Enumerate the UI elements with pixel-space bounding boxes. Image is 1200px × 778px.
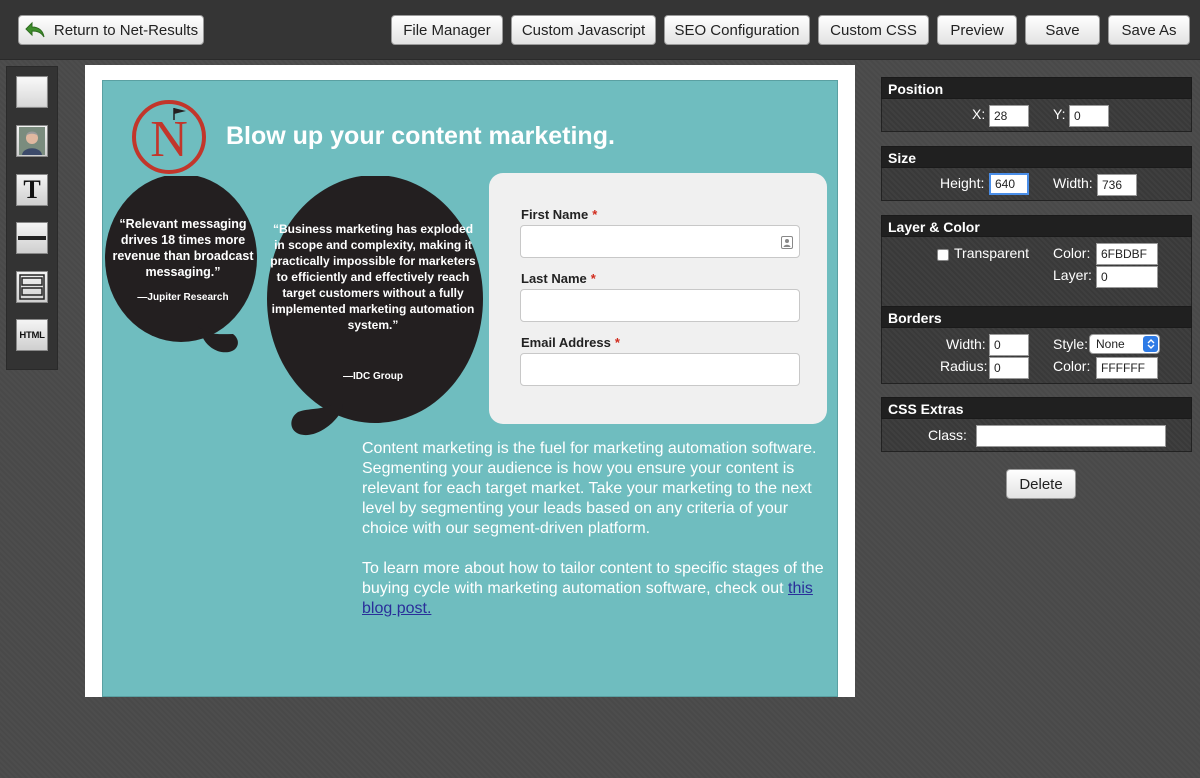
email-label: Email Address *: [521, 335, 620, 350]
border-style-label: Style:: [1053, 336, 1089, 352]
transparent-label: Transparent: [954, 245, 1029, 261]
body-paragraph-1: Content marketing is the fuel for market…: [362, 440, 817, 537]
border-radius-input[interactable]: [989, 357, 1029, 379]
first-name-field[interactable]: [520, 225, 800, 258]
net-results-logo: N: [132, 100, 206, 174]
save-as-button[interactable]: Save As: [1108, 15, 1190, 45]
logo-letter: N: [150, 111, 188, 168]
box-tool[interactable]: [16, 76, 48, 108]
class-label: Class:: [928, 427, 967, 443]
horizontal-rule-icon: [18, 236, 46, 240]
quote-jupiter[interactable]: “Relevant messaging drives 18 times more…: [109, 216, 257, 280]
return-button[interactable]: Return to Net-Results: [18, 15, 204, 45]
box-icon: [18, 78, 46, 106]
borders-panel: Borders Width: Style: None Radius: Color…: [881, 306, 1192, 384]
editor-canvas-frame: N Blow up your content marketing. “Relev…: [85, 65, 855, 697]
quote-jupiter-source: —Jupiter Research: [137, 292, 229, 303]
portrait-image-icon: [19, 127, 45, 155]
body-copy[interactable]: Content marketing is the fuel for market…: [362, 439, 832, 639]
html-icon: HTML: [19, 329, 45, 341]
width-label: Width:: [1053, 175, 1093, 191]
quote-idc-source: —IDC Group: [343, 371, 403, 382]
custom-css-button[interactable]: Custom CSS: [818, 15, 929, 45]
contact-card-icon: [781, 236, 793, 249]
signup-form[interactable]: First Name * Last Name * Email Address *: [489, 173, 827, 424]
return-arrow-icon: [25, 21, 45, 38]
required-asterisk: *: [592, 207, 598, 222]
transparent-checkbox[interactable]: [937, 249, 949, 261]
preview-button[interactable]: Preview: [937, 15, 1017, 45]
last-name-field[interactable]: [520, 289, 800, 322]
position-panel: Position X: Y:: [881, 77, 1192, 132]
color-label: Color:: [1053, 245, 1091, 261]
first-name-label: First Name *: [521, 207, 598, 222]
top-toolbar: Return to Net-Results File Manager Custo…: [0, 0, 1200, 60]
required-asterisk: *: [614, 335, 620, 350]
border-width-input[interactable]: [989, 334, 1029, 356]
x-input[interactable]: [989, 105, 1029, 127]
delete-button[interactable]: Delete: [1006, 469, 1076, 499]
css-extras-panel-title: CSS Extras: [881, 397, 1192, 419]
y-input[interactable]: [1069, 105, 1109, 127]
layer-label: Layer:: [1053, 267, 1092, 283]
position-panel-title: Position: [881, 77, 1192, 99]
layer-color-panel: Layer & Color Transparent Color: Layer:: [881, 215, 1192, 313]
size-panel-title: Size: [881, 146, 1192, 168]
borders-panel-title: Borders: [881, 306, 1192, 328]
divider-tool[interactable]: [16, 222, 48, 254]
form-icon: [19, 274, 45, 300]
seo-configuration-button[interactable]: SEO Configuration: [664, 15, 810, 45]
border-width-label: Width:: [946, 336, 986, 352]
border-style-select[interactable]: None: [1089, 334, 1160, 354]
border-style-value: None: [1096, 337, 1125, 351]
class-input[interactable]: [976, 425, 1166, 447]
size-panel: Size Height: Width:: [881, 146, 1192, 201]
last-name-label: Last Name *: [521, 271, 596, 286]
page-canvas[interactable]: N Blow up your content marketing. “Relev…: [102, 80, 838, 697]
quote-idc[interactable]: “Business marketing has exploded in scop…: [268, 221, 478, 333]
width-input[interactable]: [1097, 174, 1137, 196]
file-manager-button[interactable]: File Manager: [391, 15, 503, 45]
return-button-label: Return to Net-Results: [53, 21, 199, 39]
layer-color-panel-title: Layer & Color: [881, 215, 1192, 237]
form-tool[interactable]: [16, 271, 48, 303]
tool-palette: T HTML: [6, 66, 58, 370]
custom-javascript-button[interactable]: Custom Javascript: [511, 15, 656, 45]
border-radius-label: Radius:: [940, 358, 988, 374]
body-paragraph-2: To learn more about how to tailor conten…: [362, 560, 824, 617]
text-tool[interactable]: T: [16, 174, 48, 206]
image-tool[interactable]: [16, 125, 48, 157]
y-label: Y:: [1053, 106, 1066, 122]
border-color-label: Color:: [1053, 358, 1091, 374]
email-field[interactable]: [520, 353, 800, 386]
css-extras-panel: CSS Extras Class:: [881, 397, 1192, 452]
height-input[interactable]: [989, 173, 1029, 195]
layer-input[interactable]: [1096, 266, 1158, 288]
save-button[interactable]: Save: [1025, 15, 1100, 45]
html-tool[interactable]: HTML: [16, 319, 48, 351]
select-arrows-icon: [1143, 336, 1158, 352]
page-headline[interactable]: Blow up your content marketing.: [226, 122, 615, 151]
text-t-icon: T: [23, 175, 41, 204]
x-label: X:: [972, 106, 986, 122]
height-label: Height:: [940, 175, 985, 191]
border-color-input[interactable]: [1096, 357, 1158, 379]
required-asterisk: *: [590, 271, 596, 286]
color-input[interactable]: [1096, 243, 1158, 265]
